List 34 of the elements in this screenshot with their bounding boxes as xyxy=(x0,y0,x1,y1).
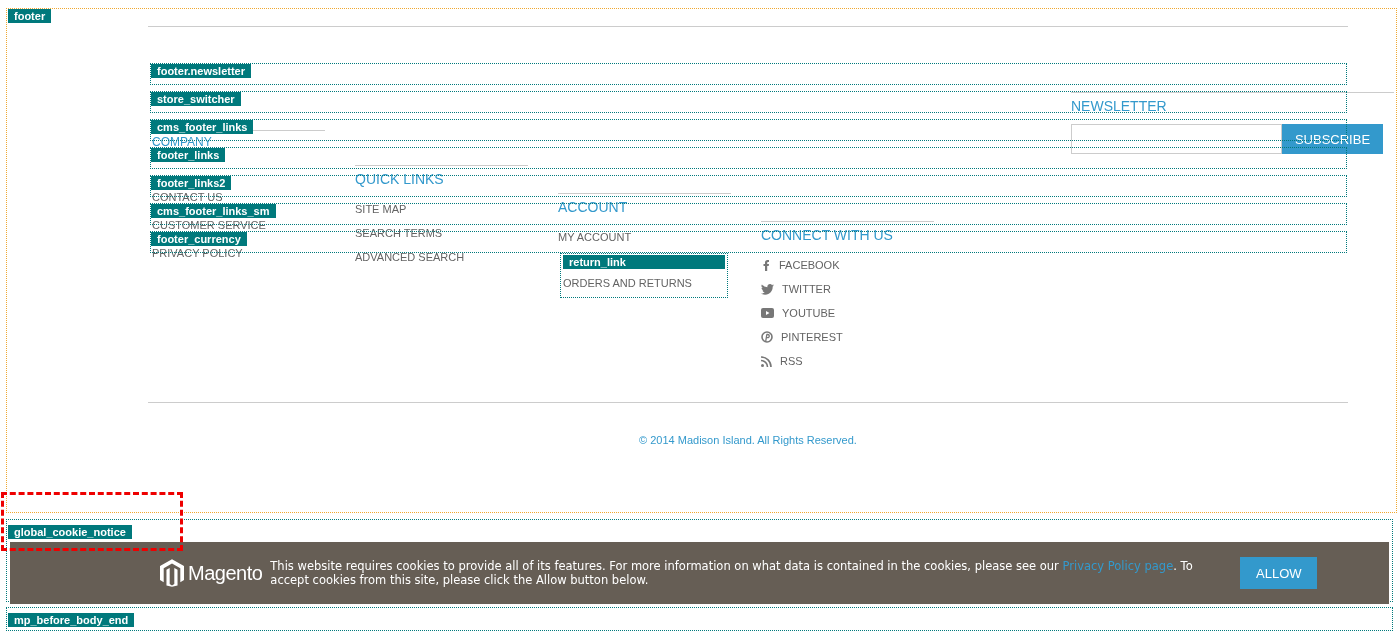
social-link[interactable]: PINTEREST xyxy=(781,329,843,345)
play-icon xyxy=(761,308,774,318)
block-hint-label: footer_currency xyxy=(151,232,247,246)
rss-icon xyxy=(761,355,772,367)
social-link[interactable]: TWITTER xyxy=(782,281,831,297)
email-field[interactable] xyxy=(1071,124,1282,154)
block-hint-label: store_switcher xyxy=(151,92,241,106)
bird-icon xyxy=(761,283,774,295)
block-hint-label: mp_before_body_end xyxy=(8,613,135,627)
footer-link[interactable]: PRIVACY POLICY xyxy=(152,248,325,259)
block-hint-label: footer_links xyxy=(151,148,226,162)
block-hint-label: footer xyxy=(8,9,52,23)
block-hint-label: cms_footer_links xyxy=(151,120,254,134)
logo-text: Magento xyxy=(188,561,263,585)
block-hint-label: return_link xyxy=(563,255,725,269)
footer-link[interactable]: MY ACCOUNT xyxy=(558,229,731,245)
block-hint-label: cms_footer_links_sm xyxy=(151,204,276,218)
block-hint-label: global_cookie_notice xyxy=(8,525,132,539)
facebook-icon xyxy=(761,259,771,271)
logo-icon xyxy=(160,559,184,587)
social-link[interactable]: RSS xyxy=(780,353,803,369)
copyright-text: © 2014 Madison Island. All Rights Reserved. xyxy=(639,434,857,446)
block-hint-label: footer.newsletter xyxy=(151,64,252,78)
footer-link[interactable]: CUSTOMER SERVICE xyxy=(152,220,325,231)
footer-link[interactable]: ORDERS AND RETURNS xyxy=(563,275,725,291)
footer-link[interactable]: ADVANCED SEARCH xyxy=(355,249,528,265)
newsletter-heading: NEWSLETTER xyxy=(1071,98,1168,114)
cookie-message: This website requires cookies to provide all of its features. For more information on what data is contained in the cookies, please see our Privacy Policy page. To accept cookies from this site, please click the Allow button below. xyxy=(270,559,1194,587)
footer-link[interactable]: SEARCH TERMS xyxy=(355,225,528,241)
block-hint-label: footer_links2 xyxy=(151,176,232,190)
social-link[interactable]: FACEBOOK xyxy=(779,257,840,273)
social-link[interactable]: YOUTUBE xyxy=(782,305,836,321)
footer-link[interactable]: SITE MAP xyxy=(355,201,528,217)
pin-icon xyxy=(761,331,773,343)
